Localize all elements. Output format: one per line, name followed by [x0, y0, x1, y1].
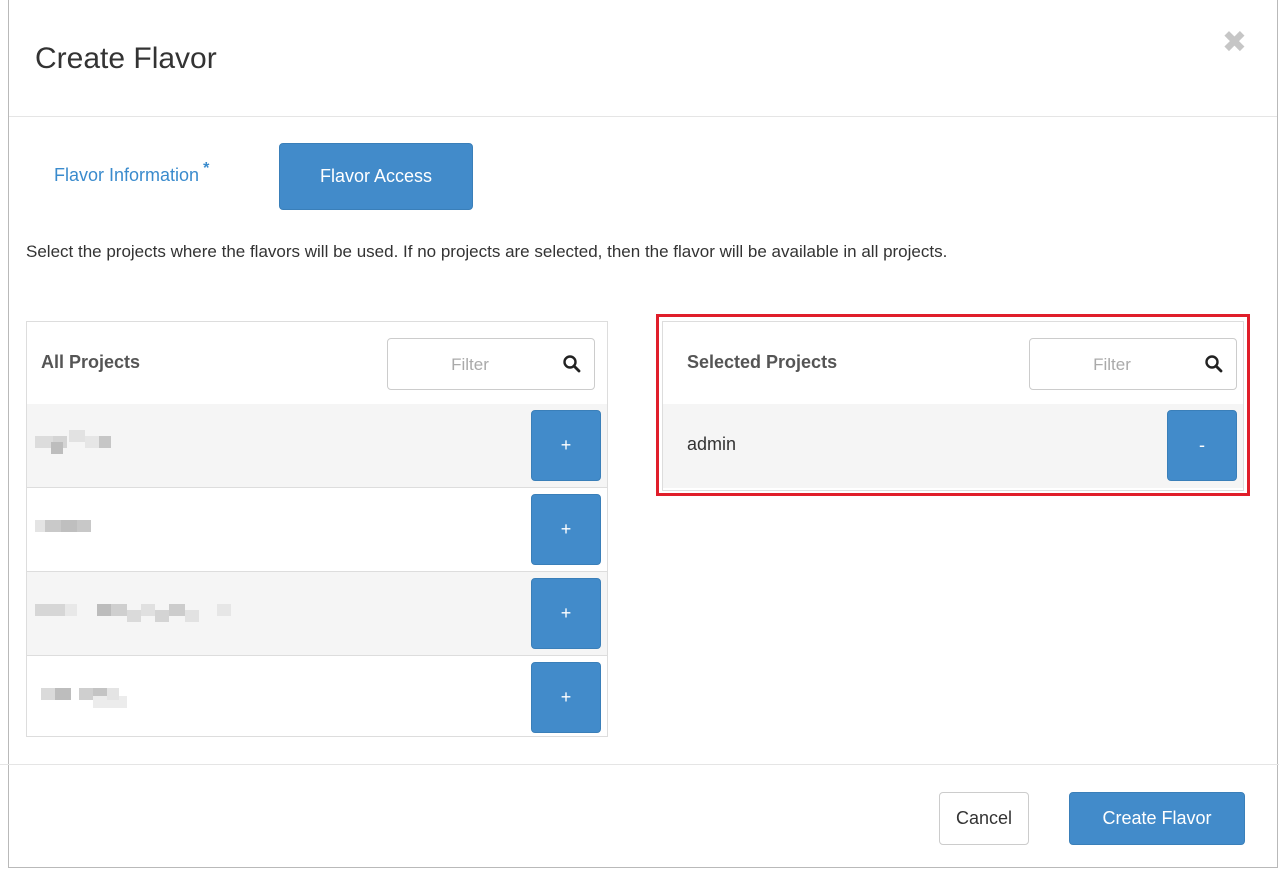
all-projects-filter-input[interactable] [398, 351, 542, 379]
all-projects-title: All Projects [41, 352, 141, 372]
create-flavor-button[interactable]: Create Flavor [1069, 792, 1245, 845]
selected-projects-header: Selected Projects [663, 322, 1243, 405]
all-projects-filter[interactable] [387, 338, 595, 390]
required-marker: * [203, 160, 210, 177]
all-projects-panel: All Projects + + [26, 321, 608, 737]
dialog-title: Create Flavor [35, 42, 217, 75]
list-item: + [27, 572, 607, 656]
list-item: + [27, 656, 607, 740]
selected-projects-filter[interactable] [1029, 338, 1237, 390]
list-item: + [27, 488, 607, 572]
selected-projects-filter-input[interactable] [1040, 351, 1184, 379]
add-project-button[interactable]: + [531, 578, 601, 649]
list-item: + [27, 404, 607, 488]
list-item: admin - [663, 404, 1243, 488]
dialog-footer: Cancel Create Flavor [0, 764, 1279, 869]
add-project-button[interactable]: + [531, 410, 601, 481]
remove-project-button[interactable]: - [1167, 410, 1237, 481]
tab-flavor-information-label: Flavor Information [54, 165, 200, 185]
tab-flavor-access[interactable]: Flavor Access [279, 143, 473, 210]
close-icon[interactable]: ✖ [1222, 28, 1247, 58]
add-project-button[interactable]: + [531, 662, 601, 733]
search-icon[interactable] [1204, 354, 1224, 374]
add-project-button[interactable]: + [531, 494, 601, 565]
selected-projects-panel: Selected Projects admin - [662, 321, 1244, 491]
search-icon[interactable] [562, 354, 582, 374]
dialog-header: Create Flavor ✖ [9, 0, 1277, 117]
tab-flavor-information[interactable]: Flavor Information * [54, 160, 209, 186]
all-projects-header: All Projects [27, 322, 607, 405]
selected-project-name: admin [687, 434, 737, 454]
help-text: Select the projects where the flavors wi… [26, 242, 948, 261]
tab-flavor-access-label: Flavor Access [319, 166, 433, 186]
selected-projects-title: Selected Projects [687, 352, 838, 372]
cancel-button[interactable]: Cancel [939, 792, 1029, 845]
